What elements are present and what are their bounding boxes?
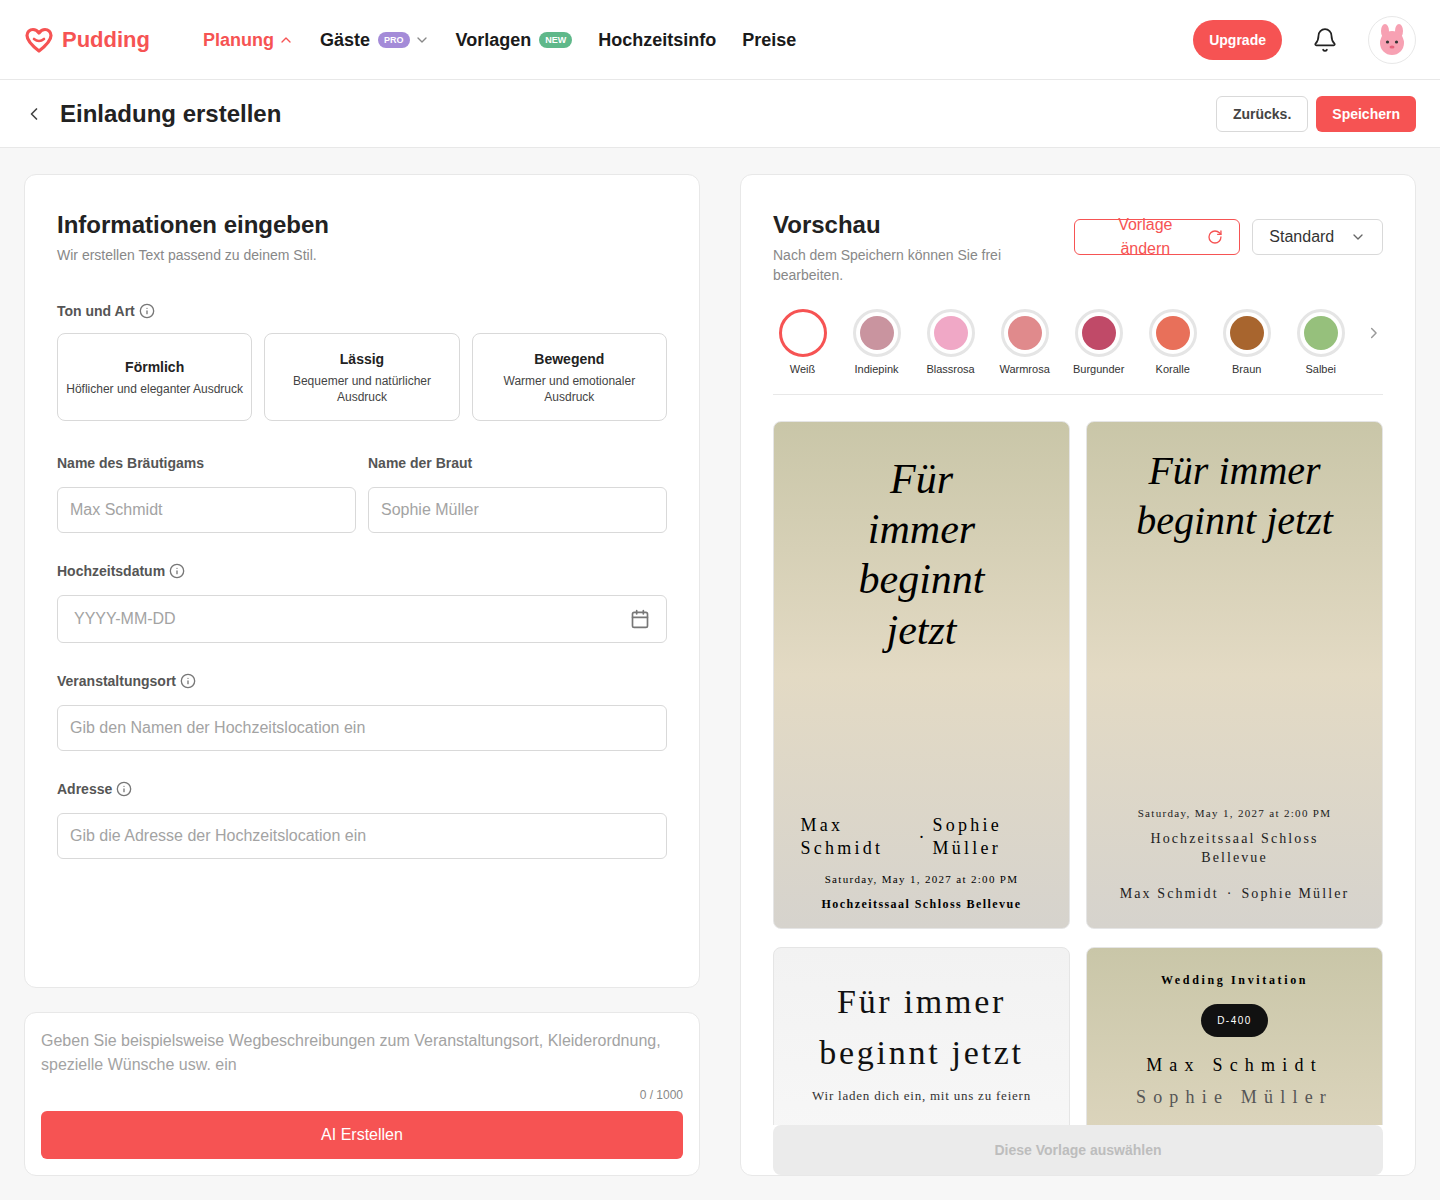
template-title: Für immer beginnt jetzt xyxy=(797,976,1047,1078)
page-header: Einladung erstellen Zurücks.Speichern xyxy=(0,80,1440,148)
info-icon[interactable] xyxy=(116,781,132,797)
chevron-right-icon[interactable] xyxy=(1365,324,1383,342)
bride-name: Sophie Müller xyxy=(1136,1085,1333,1109)
reset-button[interactable]: Zurücks. xyxy=(1216,96,1308,132)
text-input[interactable] xyxy=(57,705,667,751)
template-subtitle: Wir laden dich ein, mit uns zu feiern xyxy=(812,1086,1031,1106)
info-icon[interactable] xyxy=(180,673,196,689)
nav-item[interactable]: Preise xyxy=(742,26,796,54)
char-counter: 0 / 1000 xyxy=(41,1087,683,1103)
main-content: Informationen eingeben Wir erstellen Text… xyxy=(0,148,1440,1200)
field-label: Hochzeitsdatum xyxy=(57,561,165,581)
form-field: Veranstaltungsort xyxy=(57,671,667,751)
template-card[interactable]: Für immer beginnt jetzt Saturday, May 1, … xyxy=(1086,421,1383,929)
tone-options: FörmlichHöflicher und eleganter Ausdruck… xyxy=(57,333,667,421)
color-swatch[interactable]: Weiß xyxy=(773,309,832,378)
top-bar: Pudding Planung GästePRO VorlagenNEW Hochzei… xyxy=(0,0,1440,80)
form-title: Informationen eingeben xyxy=(57,209,667,241)
upgrade-button[interactable]: Upgrade xyxy=(1193,20,1282,60)
groom-name: Max Schmidt xyxy=(1120,884,1219,904)
page-title: Einladung erstellen xyxy=(60,98,281,130)
chevron-down-icon xyxy=(1350,229,1366,245)
preview-title: Vorschau xyxy=(773,209,1074,241)
bride-name: Sophie Müller xyxy=(933,814,1043,859)
ai-generate-button[interactable]: AI Erstellen xyxy=(41,1111,683,1159)
template-label: Wedding Invitation xyxy=(1161,972,1308,988)
countdown-badge: D-400 xyxy=(1201,1004,1268,1037)
tone-option[interactable]: BewegendWarmer und emotionaler Ausdruck xyxy=(472,333,667,421)
refresh-icon xyxy=(1207,229,1223,245)
style-dropdown[interactable]: Standard xyxy=(1252,219,1383,255)
nav-badge: PRO xyxy=(378,32,410,48)
text-input[interactable] xyxy=(57,487,356,533)
info-icon[interactable] xyxy=(139,303,155,319)
color-swatch[interactable]: Blassrosa xyxy=(921,309,980,378)
form-subtitle: Wir erstellen Text passend zu deinem Sti… xyxy=(57,245,667,265)
select-template-button[interactable]: Diese Vorlage auswählen xyxy=(773,1125,1383,1175)
groom-name: Max Schmidt xyxy=(1146,1053,1323,1077)
bell-icon[interactable] xyxy=(1312,27,1338,53)
color-swatches: Weiß Indiepink Blassrosa Warmrosa Burgunder K… xyxy=(773,309,1383,395)
template-date: Saturday, May 1, 2027 at 2:00 PM xyxy=(825,871,1019,888)
tone-option[interactable]: LässigBequemer und natürlicher Ausdruck xyxy=(264,333,459,421)
nav-item[interactable]: Planung xyxy=(203,26,294,54)
template-venue: Hochzeitssaal Schloss Bellevue xyxy=(822,896,1022,912)
template-card[interactable]: Für immer beginnt jetzt Wir laden dich ei… xyxy=(773,947,1070,1126)
save-button[interactable]: Speichern xyxy=(1316,96,1416,132)
template-card[interactable]: Wedding Invitation D-400 Max Schmidt Sophie… xyxy=(1086,947,1383,1126)
groom-name: Max Schmidt xyxy=(801,814,911,859)
color-swatch[interactable]: Indiepink xyxy=(847,309,906,378)
separator: · xyxy=(919,823,925,851)
text-input[interactable] xyxy=(368,487,667,533)
logo[interactable]: Pudding xyxy=(24,23,203,56)
tone-option[interactable]: FörmlichHöflicher und eleganter Ausdruck xyxy=(57,333,252,421)
preview-card: Vorschau Nach dem Speichern können Sie fr… xyxy=(740,174,1416,1176)
notes-card: 0 / 1000 AI Erstellen xyxy=(24,1012,700,1176)
chevron-up-icon xyxy=(278,32,294,48)
notes-textarea[interactable] xyxy=(41,1029,683,1083)
preview-subtitle: Nach dem Speichern können Sie frei bearb… xyxy=(773,245,1074,285)
color-swatch[interactable]: Salbei xyxy=(1291,309,1350,378)
template-card[interactable]: Für immer beginnt jetzt Max Schmidt · Sophi… xyxy=(773,421,1070,929)
date-input[interactable] xyxy=(57,595,667,643)
chevron-down-icon xyxy=(414,32,430,48)
info-form-card: Informationen eingeben Wir erstellen Text… xyxy=(24,174,700,988)
form-field: Name der Braut xyxy=(368,453,667,533)
app: Pudding Planung GästePRO VorlagenNEW Hochzei… xyxy=(0,0,1440,1200)
color-swatch[interactable]: Burgunder xyxy=(1069,309,1128,378)
field-label: Name der Braut xyxy=(368,453,472,473)
template-date: Saturday, May 1, 2027 at 2:00 PM xyxy=(1138,805,1332,822)
back-arrow-icon[interactable] xyxy=(24,104,44,124)
template-venue: Hochzeitssaal Schloss Bellevue xyxy=(1125,829,1345,868)
field-label: Adresse xyxy=(57,779,112,799)
bunny-avatar-icon xyxy=(1374,22,1410,58)
avatar[interactable] xyxy=(1368,16,1416,64)
color-swatch[interactable]: Braun xyxy=(1217,309,1276,378)
nav-item[interactable]: Hochzeitsinfo xyxy=(598,26,716,54)
text-input[interactable] xyxy=(57,813,667,859)
separator: · xyxy=(1227,884,1234,904)
form-field: Name des Bräutigams xyxy=(57,453,356,533)
change-template-button[interactable]: Vorlage ändern xyxy=(1074,219,1240,255)
nav-item[interactable]: GästePRO xyxy=(320,26,430,54)
main-nav: Planung GästePRO VorlagenNEW Hochzeitsinfo P… xyxy=(203,26,796,54)
info-icon[interactable] xyxy=(169,563,185,579)
color-swatch[interactable]: Koralle xyxy=(1143,309,1202,378)
field-label: Name des Bräutigams xyxy=(57,453,204,473)
bride-name: Sophie Müller xyxy=(1241,884,1349,904)
calendar-icon[interactable] xyxy=(630,609,650,629)
color-swatch[interactable]: Warmrosa xyxy=(995,309,1054,378)
template-grid: Für immer beginnt jetzt Max Schmidt · Sophi… xyxy=(773,421,1383,1126)
nav-badge: NEW xyxy=(539,32,572,48)
form-field: Adresse xyxy=(57,779,667,859)
heart-logo-icon xyxy=(24,26,54,54)
tone-label: Ton und Art xyxy=(57,301,135,321)
logo-text: Pudding xyxy=(62,23,150,56)
nav-item[interactable]: VorlagenNEW xyxy=(456,26,573,54)
form-field: Hochzeitsdatum xyxy=(57,561,667,643)
template-title: Für immer beginnt jetzt xyxy=(1120,446,1350,546)
template-title: Für immer beginnt jetzt xyxy=(842,454,1002,656)
field-label: Veranstaltungsort xyxy=(57,671,176,691)
